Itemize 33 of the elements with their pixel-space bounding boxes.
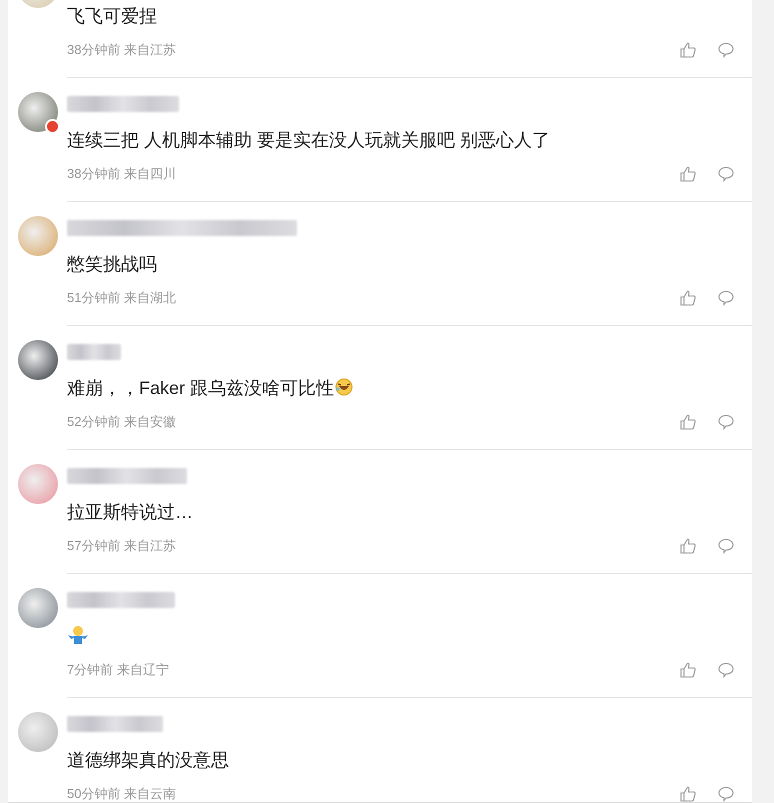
thumbs-up-icon[interactable] [680, 290, 696, 306]
comment-meta: 7分钟前 来自辽宁 [67, 661, 169, 679]
comment-icon[interactable] [718, 414, 734, 430]
thumbs-up-icon[interactable] [680, 662, 696, 678]
comment-meta: 50分钟前 来自云南 [67, 785, 176, 802]
avatar[interactable] [18, 340, 58, 380]
comment-icon[interactable] [718, 290, 734, 306]
thumbs-up-icon[interactable] [680, 538, 696, 554]
comment-meta: 52分钟前 来自安徽 [67, 413, 176, 431]
blurred-username [67, 344, 121, 360]
thumbs-up-icon[interactable] [680, 42, 696, 58]
thumbs-up-icon[interactable] [680, 414, 696, 430]
thumbs-up-icon[interactable] [680, 166, 696, 182]
comment-icon[interactable] [718, 662, 734, 678]
laughing-emoji-icon [335, 378, 354, 396]
thumbs-up-icon[interactable] [680, 786, 696, 802]
comment-text: 憋笑挑战吗 [67, 254, 157, 274]
comment-text: 拉亚斯特说过… [67, 502, 193, 522]
comment-meta: 51分钟前 来自湖北 [67, 289, 176, 307]
avatar[interactable] [18, 588, 58, 628]
comment-meta: 57分钟前 来自江苏 [67, 537, 176, 555]
shrugging-emoji-icon [67, 625, 89, 645]
comment-icon[interactable] [718, 786, 734, 802]
comment-text: 难崩，，Faker 跟乌兹没啥可比性 [67, 378, 334, 398]
comment-text: 道德绑架真的没意思 [67, 750, 229, 770]
comment-text: 飞飞可爱捏 [67, 6, 157, 26]
avatar[interactable] [18, 92, 58, 132]
comment-text: 连续三把 人机脚本辅助 要是实在没人玩就关服吧 别恶心人了 [67, 130, 550, 150]
comment-icon[interactable] [718, 166, 734, 182]
comment-icon[interactable] [718, 42, 734, 58]
comment-meta: 38分钟前 来自江苏 [67, 41, 176, 59]
comment-icon[interactable] [718, 538, 734, 554]
comment-meta: 38分钟前 来自四川 [67, 165, 176, 183]
